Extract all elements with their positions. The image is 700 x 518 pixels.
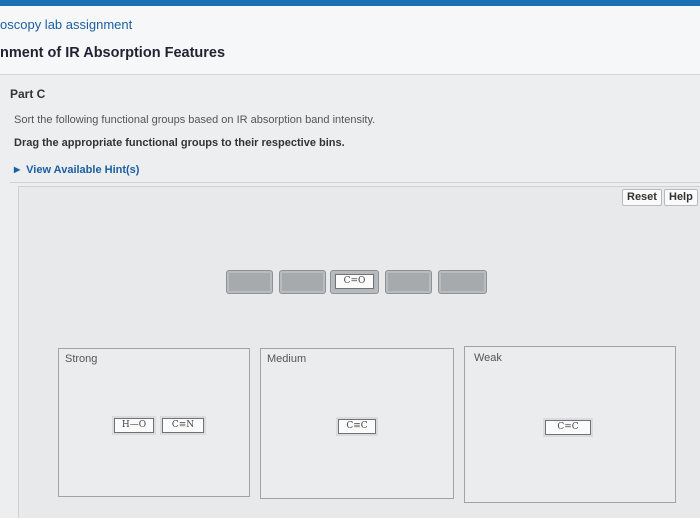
view-hints-link[interactable]: ▶ View Available Hint(s) <box>14 164 139 176</box>
instruction-text: Sort the following functional groups bas… <box>14 114 376 126</box>
bin-item-hydroxyl[interactable]: H—O <box>114 418 154 433</box>
draggable-tile[interactable] <box>385 270 432 294</box>
draggable-tile[interactable] <box>226 270 273 294</box>
panel-divider <box>10 182 700 183</box>
bin-item-alkene[interactable]: C=C <box>545 420 591 435</box>
draggable-tile[interactable] <box>279 270 326 294</box>
page-header: oscopy lab assignment nment of IR Absorp… <box>0 6 700 75</box>
bin-medium-label: Medium <box>267 353 307 365</box>
part-label: Part C <box>10 87 46 101</box>
drag-instruction: Drag the appropriate functional groups t… <box>14 137 345 149</box>
view-hints-label: View Available Hint(s) <box>26 164 140 176</box>
draggable-tile-carbonyl[interactable]: C=O <box>330 270 379 294</box>
bin-medium[interactable]: Medium C≡C <box>260 348 454 499</box>
bin-strong-label: Strong <box>65 353 98 365</box>
bin-item-alkyne[interactable]: C≡C <box>338 419 376 434</box>
help-button[interactable]: Help <box>664 189 698 206</box>
draggable-tile[interactable] <box>438 270 487 294</box>
assignment-title: nment of IR Absorption Features <box>0 45 226 61</box>
bin-strong[interactable]: Strong H—O C≡N <box>58 348 250 497</box>
bin-weak[interactable]: Weak C=C <box>464 346 676 503</box>
reset-button[interactable]: Reset <box>622 189 662 206</box>
course-title[interactable]: oscopy lab assignment <box>0 17 132 32</box>
bin-weak-label: Weak <box>474 352 502 364</box>
expand-triangle-icon: ▶ <box>14 165 21 174</box>
bin-item-nitrile[interactable]: C≡N <box>162 418 204 433</box>
carbonyl-chip: C=O <box>335 274 374 289</box>
